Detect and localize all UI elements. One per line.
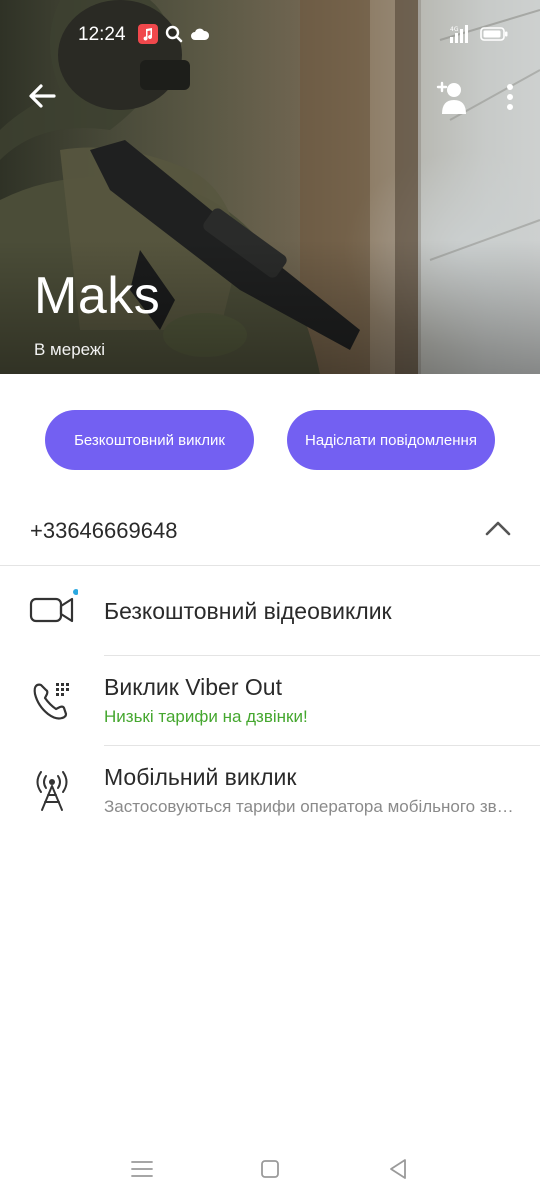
svg-text:4G: 4G: [450, 26, 459, 33]
home-icon: [261, 1160, 279, 1178]
free-call-button[interactable]: Безкоштовний виклик: [45, 410, 254, 470]
add-contact-button[interactable]: [434, 80, 470, 116]
contact-online-status: В мережі: [34, 340, 106, 359]
contact-name: Maks: [34, 267, 161, 325]
collapse-button[interactable]: [478, 510, 518, 546]
phone-number: +33646669648: [30, 518, 178, 543]
option-title: Мобільний виклик: [104, 764, 297, 790]
home-button[interactable]: [255, 1154, 285, 1184]
back-icon: [390, 1159, 406, 1179]
back-button[interactable]: [26, 80, 58, 112]
search-icon: [165, 25, 183, 48]
status-bar: 12:24 4G: [0, 0, 540, 68]
notification-dot: [73, 589, 79, 595]
send-message-button[interactable]: Надіслати повідомлення: [287, 410, 495, 470]
more-options-button[interactable]: [498, 82, 522, 114]
viber-out-call-option[interactable]: Виклик Viber Out Низькі тарифи на дзвінк…: [0, 656, 540, 746]
battery-icon: [480, 27, 508, 46]
contact-photo-header: 12:24 4G Maks В мережі: [0, 0, 540, 374]
free-video-call-option[interactable]: Безкоштовний відеовиклик: [0, 566, 540, 656]
option-title: Виклик Viber Out: [104, 674, 282, 700]
option-subtitle: Низькі тарифи на дзвінки!: [104, 707, 308, 726]
cell-tower-icon: [26, 764, 78, 816]
option-title: Безкоштовний відеовиклик: [104, 598, 392, 624]
system-navigation-bar: [0, 1140, 540, 1200]
mobile-call-option[interactable]: Мобільний виклик Застосовуються тарифи о…: [0, 746, 540, 836]
chevron-up-icon: [485, 521, 511, 536]
menu-button[interactable]: [127, 1154, 157, 1184]
video-camera-icon: [26, 584, 79, 636]
viber-out-phone-icon: [26, 674, 78, 726]
menu-icon: [131, 1161, 153, 1177]
signal-icon: 4G: [450, 25, 474, 48]
contact-info-screen: 12:24 4G Maks В мережі Безкоштовний викл…: [0, 0, 540, 1200]
add-contact-icon: [436, 81, 466, 114]
nav-back-button[interactable]: [383, 1154, 413, 1184]
cloud-icon: [190, 27, 210, 46]
arrow-left-icon: [29, 84, 56, 108]
option-subtitle: Застосовуються тарифи оператора мобільно…: [104, 797, 514, 816]
music-notification-icon: [138, 24, 158, 49]
status-time: 12:24: [78, 24, 126, 45]
phone-number-row[interactable]: +33646669648: [0, 496, 540, 566]
more-vertical-icon: [507, 84, 513, 110]
